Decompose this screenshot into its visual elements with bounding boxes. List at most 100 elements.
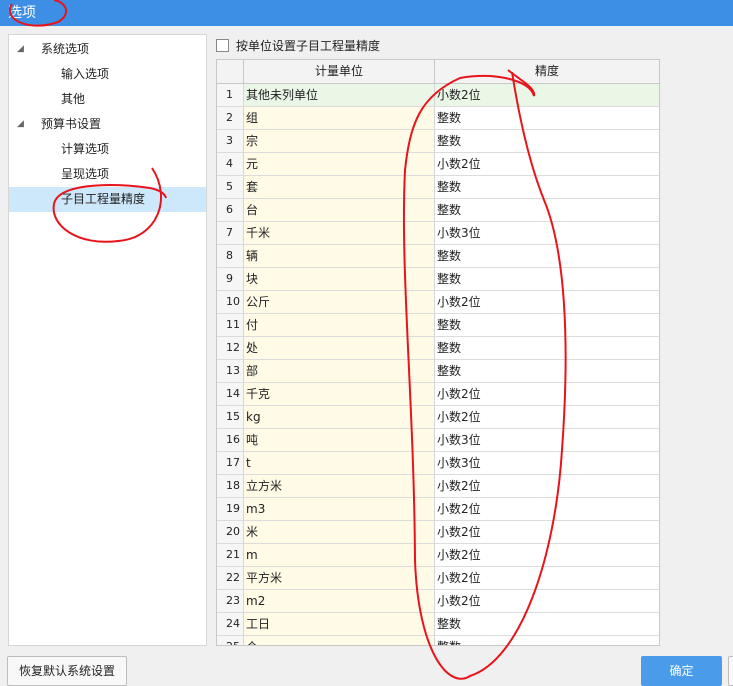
unit-cell[interactable]: 立方米	[244, 475, 435, 498]
table-row[interactable]: 13 部整数	[217, 360, 659, 383]
unit-cell[interactable]: m	[244, 544, 435, 567]
table-row[interactable]: 23 m2 小数2位	[217, 590, 659, 613]
unit-cell[interactable]: 组	[244, 107, 435, 130]
table-row[interactable]: 8 辆整数	[217, 245, 659, 268]
unit-cell[interactable]: 工日	[244, 613, 435, 636]
table-row[interactable]: 16 吨小数3位	[217, 429, 659, 452]
tree-item-system-options[interactable]: ◢ 系统选项	[9, 37, 206, 62]
tree-item-label: 子目工程量精度	[61, 192, 146, 206]
table-row[interactable]: 17 t 小数3位	[217, 452, 659, 475]
unit-cell[interactable]: 辆	[244, 245, 435, 268]
tree-item-calc-options[interactable]: 计算选项	[9, 137, 206, 162]
precision-cell[interactable]: 整数	[435, 199, 659, 222]
tree-item-quantity-precision[interactable]: 子目工程量精度	[9, 187, 206, 212]
unit-precision-checkbox[interactable]	[216, 39, 229, 52]
unit-cell[interactable]: 平方米	[244, 567, 435, 590]
window-titlebar: 选项	[0, 0, 733, 26]
unit-cell[interactable]: 千米	[244, 222, 435, 245]
unit-cell[interactable]: 付	[244, 314, 435, 337]
table-row[interactable]: 11 付整数	[217, 314, 659, 337]
table-row[interactable]: 25个整数	[217, 636, 659, 645]
precision-cell[interactable]: 小数2位	[435, 567, 659, 590]
precision-cell[interactable]: 整数	[435, 314, 659, 337]
precision-cell[interactable]: 小数2位	[435, 291, 659, 314]
expanded-arrow-icon[interactable]: ◢	[17, 112, 27, 137]
table-row[interactable]: 24 工日 整数	[217, 613, 659, 636]
precision-cell[interactable]: 整数	[435, 245, 659, 268]
table-row[interactable]: 6 台整数	[217, 199, 659, 222]
precision-cell[interactable]: 小数2位	[435, 590, 659, 613]
table-row[interactable]: 18 立方米 小数2位	[217, 475, 659, 498]
unit-cell[interactable]: m2	[244, 590, 435, 613]
table-row[interactable]: 10 公斤 小数2位	[217, 291, 659, 314]
table-row[interactable]: 1 其他未列单位 小数2位	[217, 84, 659, 107]
unit-cell[interactable]: 吨	[244, 429, 435, 452]
table-row[interactable]: 14 千克 小数2位	[217, 383, 659, 406]
precision-cell[interactable]: 整数	[435, 613, 659, 636]
table-row[interactable]: 12 处整数	[217, 337, 659, 360]
unit-cell[interactable]: 元	[244, 153, 435, 176]
tree-item-display-options[interactable]: 呈现选项	[9, 162, 206, 187]
row-number-cell: 7	[217, 222, 244, 245]
unit-cell[interactable]: 其他未列单位	[244, 84, 435, 107]
unit-cell[interactable]: 个	[244, 636, 435, 645]
table-row[interactable]: 9 块整数	[217, 268, 659, 291]
row-number-cell: 25	[217, 636, 244, 645]
table-row[interactable]: 3 宗整数	[217, 130, 659, 153]
unit-cell[interactable]: 千克	[244, 383, 435, 406]
tree-item-other[interactable]: 其他	[9, 87, 206, 112]
precision-cell[interactable]: 整数	[435, 130, 659, 153]
row-number-cell: 5	[217, 176, 244, 199]
precision-cell[interactable]: 小数2位	[435, 475, 659, 498]
unit-cell[interactable]: 处	[244, 337, 435, 360]
precision-column-header[interactable]: 精度	[435, 60, 659, 83]
table-row[interactable]: 5 套整数	[217, 176, 659, 199]
precision-cell[interactable]: 小数2位	[435, 153, 659, 176]
precision-cell[interactable]: 小数2位	[435, 521, 659, 544]
row-number-cell: 24	[217, 613, 244, 636]
tree-item-input-options[interactable]: 输入选项	[9, 62, 206, 87]
table-row[interactable]: 4 元小数2位	[217, 153, 659, 176]
precision-cell[interactable]: 小数3位	[435, 452, 659, 475]
table-row[interactable]: 2 组整数	[217, 107, 659, 130]
unit-cell[interactable]: m3	[244, 498, 435, 521]
unit-cell[interactable]: 部	[244, 360, 435, 383]
unit-cell[interactable]: 公斤	[244, 291, 435, 314]
precision-cell[interactable]: 整数	[435, 337, 659, 360]
table-row[interactable]: 19 m3 小数2位	[217, 498, 659, 521]
row-number-cell: 15	[217, 406, 244, 429]
unit-cell[interactable]: t	[244, 452, 435, 475]
expanded-arrow-icon[interactable]: ◢	[17, 37, 27, 62]
precision-cell[interactable]: 整数	[435, 176, 659, 199]
unit-precision-checkbox-label[interactable]: 按单位设置子目工程量精度	[236, 36, 380, 56]
table-row[interactable]: 20 米小数2位	[217, 521, 659, 544]
precision-cell[interactable]: 整数	[435, 360, 659, 383]
precision-cell[interactable]: 小数3位	[435, 429, 659, 452]
precision-cell[interactable]: 小数3位	[435, 222, 659, 245]
ok-button[interactable]: 确定	[641, 656, 722, 686]
restore-defaults-button[interactable]: 恢复默认系统设置	[7, 656, 127, 686]
table-header: 计量单位 精度	[217, 60, 659, 84]
unit-cell[interactable]: kg	[244, 406, 435, 429]
table-row[interactable]: 21 m 小数2位	[217, 544, 659, 567]
unit-cell[interactable]: 米	[244, 521, 435, 544]
precision-cell[interactable]: 整数	[435, 107, 659, 130]
precision-cell[interactable]: 小数2位	[435, 498, 659, 521]
precision-cell[interactable]: 整数	[435, 268, 659, 291]
table-row[interactable]: 15 kg 小数2位	[217, 406, 659, 429]
table-row[interactable]: 22 平方米 小数2位	[217, 567, 659, 590]
tree-item-budget-settings[interactable]: ◢ 预算书设置	[9, 112, 206, 137]
unit-cell[interactable]: 台	[244, 199, 435, 222]
unit-cell[interactable]: 宗	[244, 130, 435, 153]
unit-cell[interactable]: 套	[244, 176, 435, 199]
precision-cell[interactable]: 整数	[435, 636, 659, 645]
precision-cell[interactable]: 小数2位	[435, 84, 659, 107]
cancel-button[interactable]	[728, 656, 733, 686]
precision-cell[interactable]: 小数2位	[435, 406, 659, 429]
precision-cell[interactable]: 小数2位	[435, 544, 659, 567]
unit-column-header[interactable]: 计量单位	[244, 60, 435, 83]
unit-cell[interactable]: 块	[244, 268, 435, 291]
table-row[interactable]: 7 千米 小数3位	[217, 222, 659, 245]
precision-cell[interactable]: 小数2位	[435, 383, 659, 406]
row-number-cell: 19	[217, 498, 244, 521]
